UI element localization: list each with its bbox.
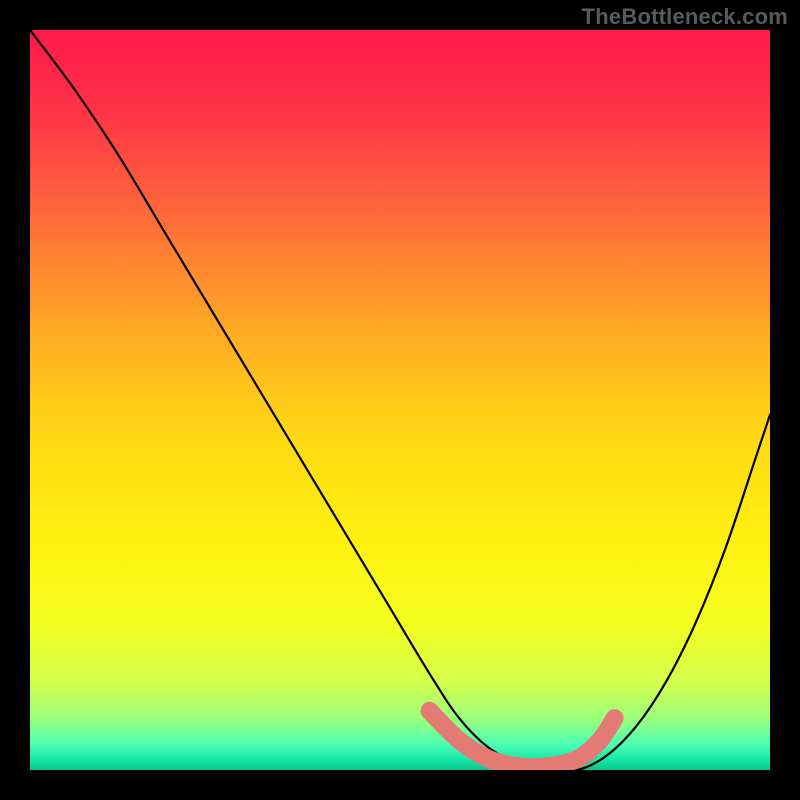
chart-frame: TheBottleneck.com <box>0 0 800 800</box>
chart-svg <box>30 30 770 770</box>
watermark-text: TheBottleneck.com <box>582 4 788 30</box>
plot-area <box>30 30 770 770</box>
gradient-background <box>30 30 770 770</box>
